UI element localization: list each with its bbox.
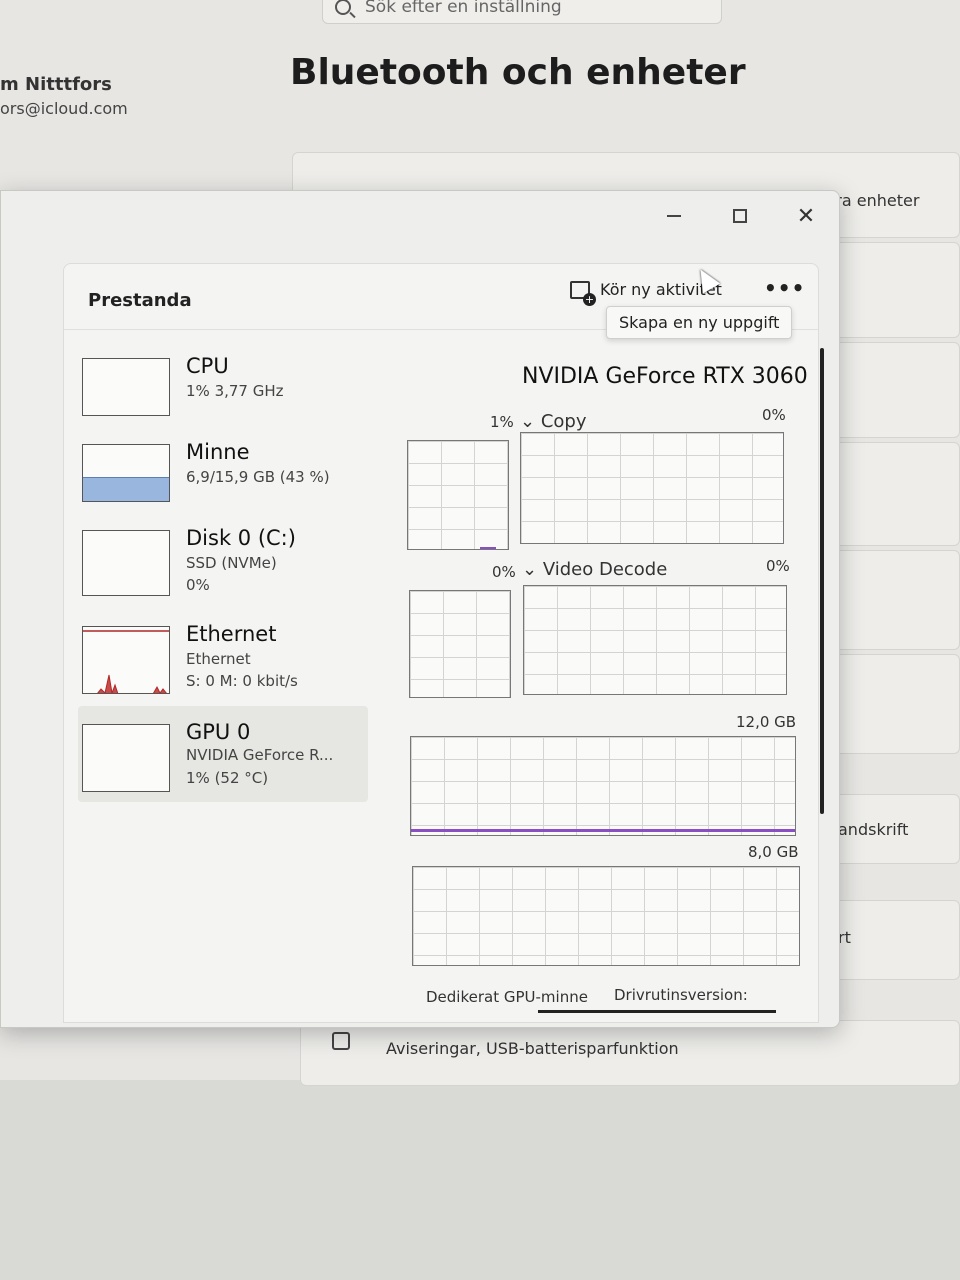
sidebar-item-name: Disk 0 (C:) [186,526,296,550]
engine-video-decode-percent: 0% [766,557,790,575]
dedicated-gpu-memory-graph [410,736,796,836]
sidebar-item-detail: NVIDIA GeForce R... [186,746,334,764]
engine-video-decode-label: Video Decode [542,559,668,580]
settings-card[interactable] [830,242,960,338]
shared-gpu-memory-graph [412,866,800,966]
memory-usage-line [411,829,795,832]
sidebar-item-ethernet[interactable]: Ethernet Ethernet S: 0 M: 0 kbit/s [78,618,368,704]
minimize-button[interactable] [641,196,707,236]
sidebar-item-detail: 1% 3,77 GHz [186,382,284,400]
search-placeholder: Sök efter en inställning [365,0,562,17]
dedicated-gpu-memory-label: Dedikerat GPU-minne [426,988,588,1006]
close-icon: ✕ [796,203,816,229]
sidebar-item-gpu[interactable]: GPU 0 NVIDIA GeForce R... 1% (52 °C) [78,706,368,802]
chevron-down-icon: ⌄ [522,559,543,580]
graph-activity-mark [480,547,496,549]
sidebar-item-disk[interactable]: Disk 0 (C:) SSD (NVMe) 0% [78,522,368,608]
sidebar-item-cpu[interactable]: CPU 1% 3,77 GHz [78,350,368,436]
divider [538,1010,776,1013]
settings-card[interactable] [830,654,960,754]
sidebar-item-detail: 6,9/15,9 GB (43 %) [186,468,330,486]
panel-title: Prestanda [88,290,192,311]
title-bar: ✕ [641,191,839,241]
minimize-icon [667,215,681,217]
gpu-video-decode-graph [523,585,787,695]
chevron-down-icon: ⌄ [520,411,541,432]
settings-card[interactable] [830,550,960,650]
gpu-engine-3-graph [409,590,511,698]
search-icon [335,0,351,15]
maximize-button[interactable] [707,196,773,236]
more-options-button[interactable]: ••• [764,276,805,300]
sidebar-item-memory[interactable]: Minne 6,9/15,9 GB (43 %) [78,436,368,522]
sidebar-item-detail: 1% (52 °C) [186,769,269,787]
driver-version-label: Drivrutinsversion: [614,986,748,1004]
gpu-thumbnail-graph [82,724,170,792]
engine-copy-percent: 0% [762,406,786,424]
engine-3d-percent: 1% [490,413,514,431]
engine-copy-label: Copy [540,411,587,432]
engine-video-decode-selector[interactable]: ⌄ Video Decode [522,559,667,580]
memory-usage-fill [83,476,169,501]
scrollbar[interactable] [820,348,824,814]
card-label-notifications: Aviseringar, USB-batterisparfunktion [386,1039,679,1058]
gpu-copy-graph [520,432,784,544]
sidebar-item-detail: Ethernet [186,650,251,668]
tooltip: Skapa en ny uppgift [606,306,793,339]
gpu-name-heading: NVIDIA GeForce RTX 3060 [522,364,808,389]
memory-thumbnail-graph [82,444,170,502]
engine-copy-selector[interactable]: ⌄ Copy [520,411,586,432]
user-name: m Nitttfors [0,74,112,95]
ethernet-activity-chart [83,630,169,693]
sidebar-item-name: Minne [186,440,250,464]
card-label-handwriting: andskrift [838,820,909,839]
dedicated-memory-max: 12,0 GB [736,713,797,731]
page-title: Bluetooth och enheter [290,52,746,93]
sidebar-item-detail: SSD (NVMe) [186,554,277,572]
ethernet-thumbnail-graph [82,626,170,694]
sidebar-item-name: Ethernet [186,622,277,646]
settings-search-box[interactable]: Sök efter en inställning [322,0,722,24]
sidebar-item-name: GPU 0 [186,720,251,744]
disk-thumbnail-graph [82,530,170,596]
sidebar-item-detail: S: 0 M: 0 kbit/s [186,672,298,690]
close-button[interactable]: ✕ [773,196,839,236]
cpu-thumbnail-graph [82,358,170,416]
settings-card[interactable] [830,442,960,546]
maximize-icon [733,209,747,223]
gpu-3d-graph [407,440,509,550]
user-email: ors@icloud.com [0,99,128,118]
sidebar-item-name: CPU [186,354,229,378]
shared-memory-max: 8,0 GB [748,843,799,861]
engine-3-percent: 0% [492,563,516,581]
checkbox[interactable] [332,1032,350,1050]
settings-card[interactable] [830,342,960,438]
sidebar-item-detail: 0% [186,576,210,594]
new-task-icon [570,280,596,306]
